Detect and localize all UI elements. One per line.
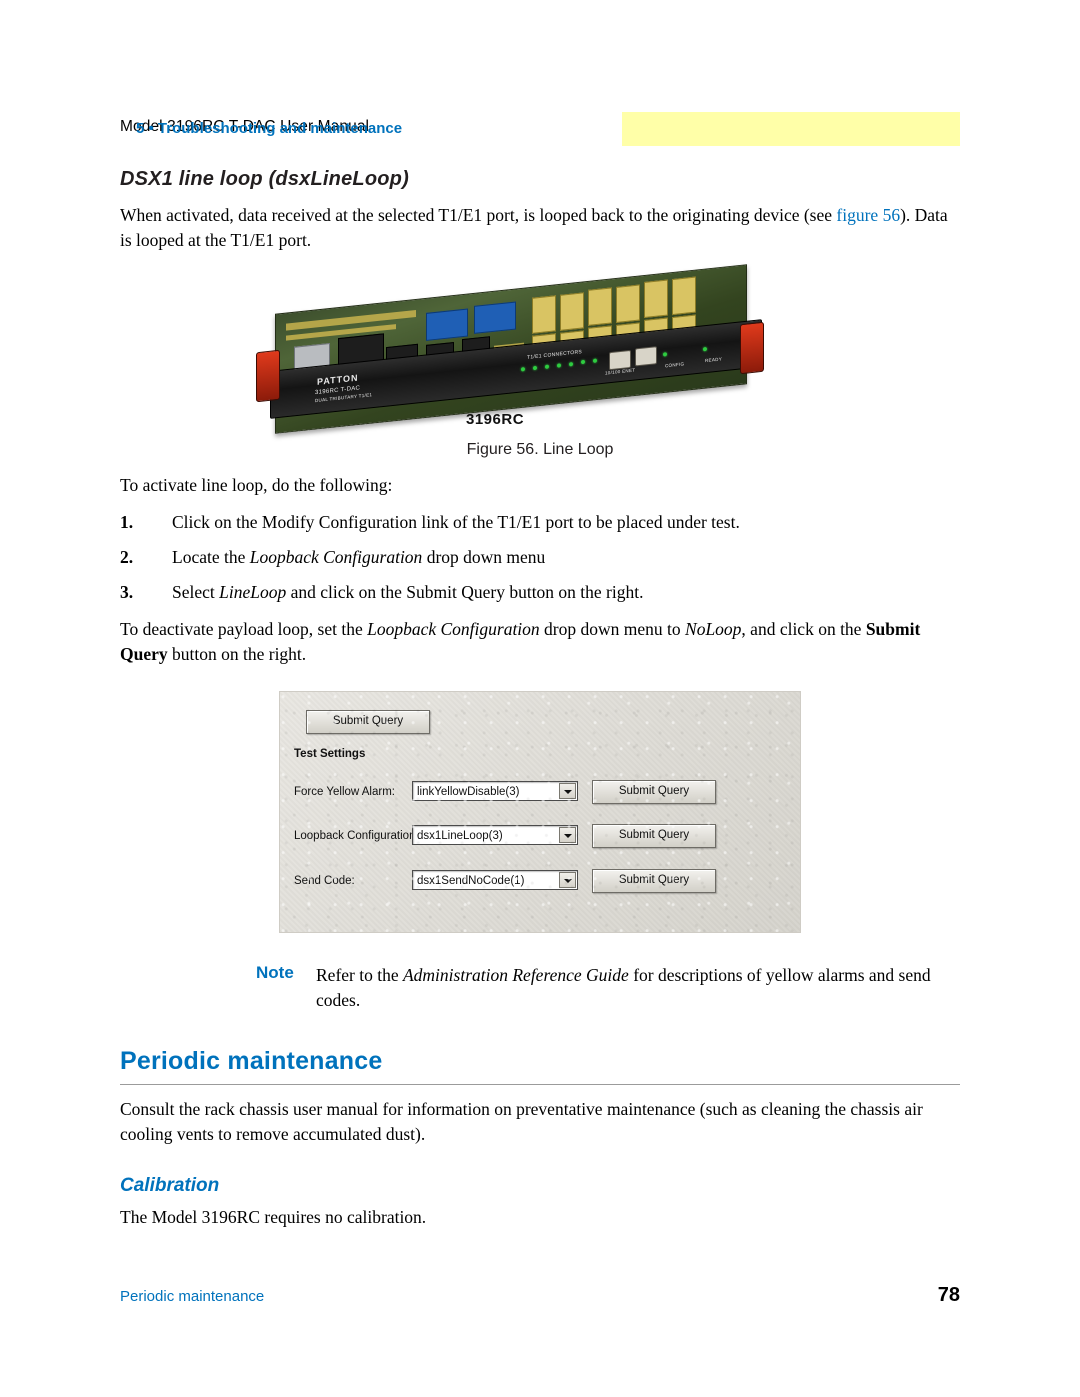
- submit-query-button-row2[interactable]: Submit Query: [592, 824, 716, 848]
- web-form-screenshot: Submit Query Test Settings Force Yellow …: [279, 691, 801, 933]
- deactivate-text-3: , and click on the: [741, 619, 866, 639]
- header-chapter-title: 5 • Troubleshooting and maintenance: [136, 120, 403, 137]
- faceplate-brand: PATTON: [317, 372, 359, 387]
- calibration-heading: Calibration: [120, 1175, 220, 1196]
- deactivate-emphasis-2: NoLoop: [685, 619, 742, 639]
- deactivate-emphasis-1: Loopback Configuration: [367, 619, 540, 639]
- list-item: 2. Locate the Loopback Configuration drop…: [120, 545, 960, 570]
- loopback-configuration-value: dsx1LineLoop(3): [417, 830, 503, 842]
- list-item: 3. Select LineLoop and click on the Submi…: [120, 580, 960, 605]
- faceplate-ready-label: READY: [705, 356, 723, 364]
- loopback-configuration-label: Loopback Configuration:: [294, 830, 419, 842]
- step-emphasis: Loopback Configuration: [249, 547, 423, 567]
- force-yellow-alarm-select[interactable]: linkYellowDisable(3): [412, 781, 578, 801]
- submit-query-button-row1[interactable]: Submit Query: [592, 780, 716, 804]
- chevron-down-icon[interactable]: [559, 783, 576, 799]
- force-yellow-alarm-label: Force Yellow Alarm:: [294, 786, 395, 798]
- figure-56: T1/E1 port: [120, 264, 960, 459]
- faceplate-config-label: CONFIG: [665, 361, 685, 369]
- footer-section-label: Periodic maintenance: [120, 1288, 265, 1305]
- step-number: 3.: [120, 582, 134, 602]
- note-text: Refer to the Administration Reference Gu…: [316, 963, 960, 1013]
- loopback-configuration-select[interactable]: dsx1LineLoop(3): [412, 825, 578, 845]
- document-page: Model 3196RC T-DAC User Manual 5 • Troub…: [0, 0, 1080, 1397]
- send-code-label: Send Code:: [294, 875, 355, 887]
- send-code-value: dsx1SendNoCode(1): [417, 875, 525, 887]
- figure-reference-link[interactable]: figure 56: [836, 205, 900, 225]
- test-settings-title: Test Settings: [294, 748, 366, 760]
- footer-page-number: 78: [937, 1284, 960, 1306]
- page-content: DSX1 line loop (dsxLineLoop) When activa…: [120, 168, 960, 1240]
- chevron-down-icon[interactable]: [559, 872, 576, 888]
- deactivate-instruction: To deactivate payload loop, set the Loop…: [120, 617, 960, 667]
- board-model-badge: 3196RC: [466, 411, 525, 428]
- page-header: Model 3196RC T-DAC User Manual 5 • Troub…: [120, 112, 960, 146]
- chevron-down-icon[interactable]: [559, 827, 576, 843]
- list-item: 1. Click on the Modify Configuration link…: [120, 510, 960, 535]
- deactivate-text-1: To deactivate payload loop, set the: [120, 619, 368, 639]
- periodic-maintenance-heading: Periodic maintenance: [120, 1047, 960, 1085]
- step-number: 2.: [120, 547, 134, 567]
- calibration-body: The Model 3196RC requires no calibration…: [120, 1207, 427, 1227]
- step-text-tail: drop down menu: [422, 547, 546, 567]
- force-yellow-alarm-value: linkYellowDisable(3): [417, 786, 520, 798]
- periodic-maintenance-body: Consult the rack chassis user manual for…: [120, 1099, 923, 1144]
- note-block: Note Refer to the Administration Referen…: [120, 963, 960, 1013]
- step-text: Locate the: [172, 547, 250, 567]
- activate-instruction: To activate line loop, do the following:: [120, 475, 393, 495]
- section-heading: DSX1 line loop (dsxLineLoop): [120, 168, 409, 190]
- step-number: 1.: [120, 512, 134, 532]
- note-text-pre: Refer to the: [316, 965, 403, 985]
- step-text: Click on the Modify Configuration link o…: [172, 512, 740, 532]
- section-intro: When activated, data received at the sel…: [120, 203, 960, 253]
- submit-query-button-top[interactable]: Submit Query: [306, 710, 430, 734]
- header-highlight-band: [622, 112, 960, 146]
- step-text: Select: [172, 582, 220, 602]
- note-label: Note: [256, 963, 294, 982]
- steps-list: 1. Click on the Modify Configuration link…: [120, 510, 960, 605]
- ejector-handle-left: [256, 349, 280, 403]
- figure-caption: Figure 56. Line Loop: [466, 441, 614, 458]
- board-photo: T1/E1 port: [256, 264, 810, 434]
- intro-text-part1: When activated, data received at the sel…: [120, 205, 833, 225]
- faceplate-connector-label: T1/E1 CONNECTORS: [527, 349, 582, 361]
- note-text-emphasis: Administration Reference Guide: [402, 965, 629, 985]
- ejector-handle-right: [740, 321, 764, 375]
- send-code-select[interactable]: dsx1SendNoCode(1): [412, 870, 578, 890]
- deactivate-text-2: drop down menu to: [539, 619, 686, 639]
- submit-query-button-row3[interactable]: Submit Query: [592, 869, 716, 893]
- deactivate-text-4: button on the right.: [167, 644, 307, 664]
- step-text-tail: and click on the Submit Query button on …: [286, 582, 644, 602]
- step-emphasis: LineLoop: [219, 582, 287, 602]
